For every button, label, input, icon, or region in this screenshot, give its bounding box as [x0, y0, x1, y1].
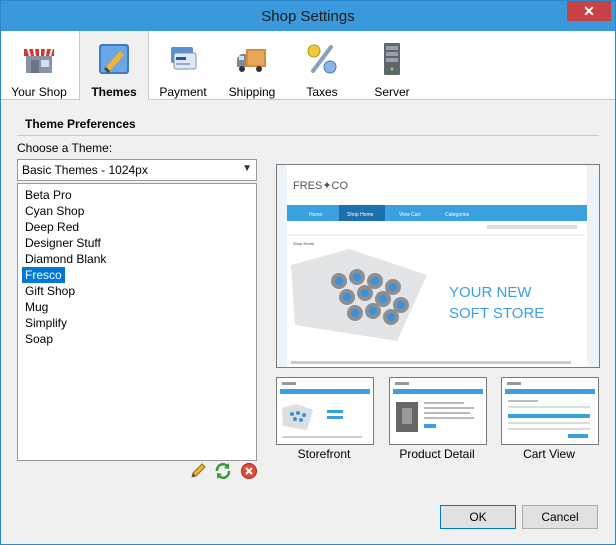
tab-shipping[interactable]: Shipping — [219, 31, 285, 99]
thumbnail-label: Cart View — [523, 447, 575, 461]
theme-preview: FRES✦CO Home Shop Home View Cart Categor… — [276, 164, 600, 368]
list-item[interactable]: Beta Pro — [22, 187, 75, 203]
preview-nav-item: Home — [309, 212, 323, 218]
list-item[interactable]: Simplify — [22, 315, 70, 331]
list-item[interactable]: Gift Shop — [22, 283, 78, 299]
preview-breadcrumb: Shop Home — [293, 241, 315, 246]
theme-category-select[interactable]: Basic Themes - 1024px ▼ — [17, 159, 257, 181]
chevron-down-icon: ▼ — [242, 163, 252, 174]
truck-icon — [237, 49, 266, 72]
settings-toolbar: Your Shop Themes Payment Shipping Taxes … — [1, 31, 615, 100]
tab-label: Server — [374, 85, 410, 99]
choose-theme-label: Choose a Theme: — [17, 141, 113, 155]
close-button[interactable]: ✕ — [567, 1, 611, 21]
section-divider — [17, 135, 599, 136]
storefront-thumbnail-image — [280, 378, 370, 444]
theme-category-value: Basic Themes - 1024px — [22, 163, 148, 177]
ok-button[interactable]: OK — [440, 505, 516, 529]
shop-settings-window: Shop Settings ✕ Your Shop Themes Payment… — [0, 0, 616, 545]
paintbrush-icon — [99, 44, 129, 74]
credit-card-icon — [171, 47, 197, 70]
theme-list[interactable]: Beta Pro Cyan Shop Deep Red Designer Stu… — [17, 183, 257, 461]
list-item[interactable]: Deep Red — [22, 219, 82, 235]
refresh-themes-button[interactable] — [214, 462, 232, 480]
server-icon — [384, 43, 400, 75]
thumbnail-product-detail[interactable] — [389, 377, 487, 445]
product-detail-thumbnail-image — [393, 378, 483, 444]
tab-label: Shipping — [228, 85, 276, 99]
list-item-selected[interactable]: Fresco — [22, 267, 65, 283]
theme-preview-image: FRES✦CO Home Shop Home View Cart Categor… — [277, 165, 599, 367]
delete-theme-button[interactable] — [240, 462, 258, 480]
tab-label: Payment — [159, 85, 207, 99]
preview-nav-item: Categories — [445, 212, 470, 218]
list-item[interactable]: Cyan Shop — [22, 203, 87, 219]
cancel-button[interactable]: Cancel — [522, 505, 598, 529]
thumbnail-cart-view[interactable] — [501, 377, 599, 445]
tab-label: Your Shop — [11, 85, 67, 99]
thumbnail-label: Product Detail — [399, 447, 475, 461]
section-title: Theme Preferences — [25, 117, 136, 131]
list-item[interactable]: Soap — [22, 331, 56, 347]
storefront-icon — [24, 48, 54, 73]
window-title: Shop Settings — [261, 8, 355, 25]
preview-headline: SOFT STORE — [449, 305, 544, 322]
thumbnail-storefront[interactable] — [276, 377, 374, 445]
thumbnail-label: Storefront — [297, 447, 351, 461]
tab-payment[interactable]: Payment — [149, 31, 217, 99]
edit-theme-button[interactable] — [189, 462, 207, 480]
tab-themes[interactable]: Themes — [79, 31, 149, 100]
list-item[interactable]: Mug — [22, 299, 51, 315]
preview-nav-item: Shop Home — [347, 212, 374, 218]
tab-your-shop[interactable]: Your Shop — [1, 31, 77, 99]
list-item[interactable]: Diamond Blank — [22, 251, 109, 267]
tab-server[interactable]: Server — [357, 31, 427, 99]
cart-view-thumbnail-image — [505, 378, 595, 444]
close-icon: ✕ — [583, 3, 595, 19]
list-item[interactable]: Designer Stuff — [22, 235, 104, 251]
tab-taxes[interactable]: Taxes — [287, 31, 357, 99]
preview-logo: FRES✦CO — [293, 180, 348, 192]
title-bar[interactable]: Shop Settings ✕ — [1, 1, 615, 31]
tab-label: Taxes — [306, 85, 338, 99]
preview-headline: YOUR NEW — [449, 284, 532, 301]
percent-icon — [307, 44, 337, 74]
tab-label: Themes — [91, 85, 137, 99]
preview-nav-item: View Cart — [399, 212, 421, 218]
